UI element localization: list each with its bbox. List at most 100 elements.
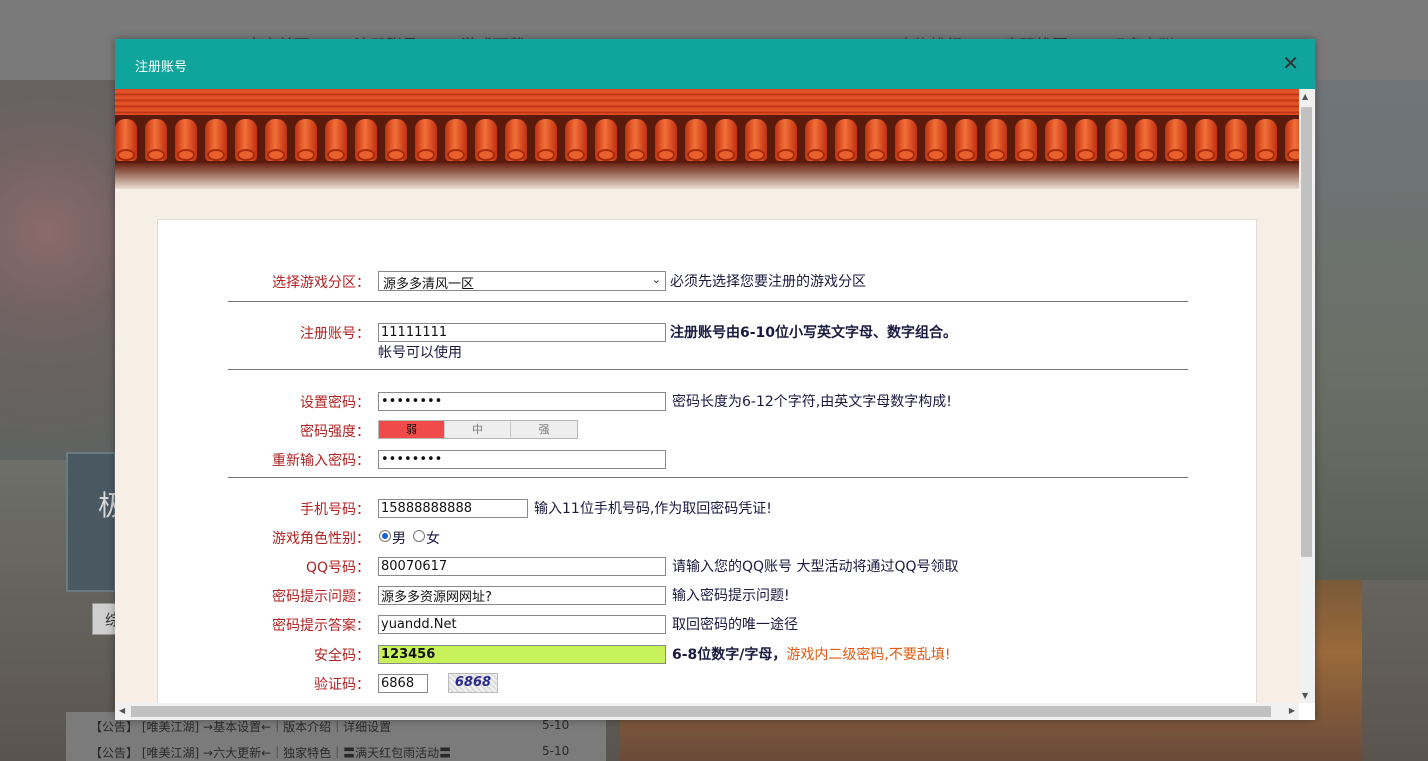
gender-male-radio[interactable] bbox=[379, 530, 391, 542]
roof-tile bbox=[775, 119, 797, 161]
captcha-image[interactable]: 6868 bbox=[448, 673, 498, 693]
scroll-left-icon[interactable]: ◀ bbox=[119, 706, 125, 715]
phone-input[interactable] bbox=[378, 499, 528, 518]
qq-hint: 请输入您的QQ账号 大型活动将通过QQ号领取 bbox=[672, 559, 959, 575]
scrollbar-thumb[interactable] bbox=[131, 706, 1271, 717]
roof-tile bbox=[235, 119, 257, 161]
gender-male-label: 男 bbox=[392, 531, 406, 547]
vertical-scrollbar[interactable]: ▲ ▼ bbox=[1299, 89, 1315, 703]
roof-tile bbox=[925, 119, 947, 161]
question-input[interactable] bbox=[378, 586, 666, 605]
strength-strong: 强 bbox=[511, 421, 577, 438]
roof-tile bbox=[295, 119, 317, 161]
password-input[interactable] bbox=[378, 392, 666, 411]
roof-tile bbox=[685, 119, 707, 161]
roof-tile bbox=[115, 119, 137, 161]
captcha-label: 验证码： bbox=[314, 677, 370, 693]
roof-banner bbox=[115, 89, 1299, 189]
register-form: 选择游戏分区： 源多多清风一区 ⌄ 必须先选择您要注册的游戏分区 注册账号： 注… bbox=[157, 219, 1257, 703]
scroll-right-icon[interactable]: ▶ bbox=[1289, 706, 1295, 715]
server-label: 选择游戏分区： bbox=[272, 275, 370, 291]
confirm-password-input[interactable] bbox=[378, 450, 666, 469]
server-hint: 必须先选择您要注册的游戏分区 bbox=[670, 274, 866, 290]
server-select[interactable]: 源多多清风一区 ⌄ bbox=[378, 271, 666, 292]
horizontal-scrollbar[interactable]: ◀ ▶ bbox=[115, 703, 1299, 720]
strength-weak: 弱 bbox=[379, 421, 445, 438]
news-item[interactable]: 【公告】 [唯美江湖] →六大更新←｜独家特色｜〓满天红包雨活动〓 bbox=[90, 744, 451, 761]
safety-code-input[interactable] bbox=[378, 645, 666, 664]
account-label: 注册账号： bbox=[300, 326, 370, 342]
register-modal: 注册账号 ✕ 选择游戏分区： 源多多清风一区 ⌄ 必须先选择您要注册的游戏分区 … bbox=[115, 39, 1315, 720]
account-input[interactable] bbox=[378, 323, 666, 342]
roof-tile bbox=[415, 119, 437, 161]
roof-tile bbox=[655, 119, 677, 161]
confirm-label: 重新输入密码： bbox=[272, 453, 370, 469]
password-label: 设置密码： bbox=[300, 395, 370, 411]
roof-tile bbox=[625, 119, 647, 161]
roof-tile bbox=[835, 119, 857, 161]
roof-tile bbox=[715, 119, 737, 161]
scrollbar-thumb[interactable] bbox=[1301, 107, 1312, 557]
roof-tile bbox=[865, 119, 887, 161]
qq-label: QQ号码： bbox=[305, 560, 370, 576]
roof-tile bbox=[1105, 119, 1127, 161]
account-status: 帐号可以使用 bbox=[378, 345, 462, 361]
news-item[interactable]: 【公告】 [唯美江湖] →基本设置←｜版本介绍｜详细设置 bbox=[90, 718, 391, 735]
roof-tile bbox=[895, 119, 917, 161]
roof-tile bbox=[1255, 119, 1277, 161]
roof-tile bbox=[505, 119, 527, 161]
background-art-right bbox=[1316, 80, 1428, 580]
roof-tile bbox=[535, 119, 557, 161]
roof-tile bbox=[805, 119, 827, 161]
safety-hint: 6-8位数字/字母，游戏内二级密码,不要乱填! bbox=[672, 647, 951, 663]
roof-tile bbox=[565, 119, 587, 161]
safety-label: 安全码： bbox=[314, 648, 370, 664]
scroll-down-icon[interactable]: ▼ bbox=[1302, 691, 1308, 700]
roof-tile bbox=[145, 119, 167, 161]
roof-tile bbox=[1165, 119, 1187, 161]
roof-tile bbox=[955, 119, 977, 161]
answer-input[interactable] bbox=[378, 615, 666, 634]
qq-input[interactable] bbox=[378, 557, 666, 576]
roof-tile bbox=[745, 119, 767, 161]
roof-tile bbox=[985, 119, 1007, 161]
modal-title: 注册账号 bbox=[135, 60, 188, 75]
roof-tile bbox=[1015, 119, 1037, 161]
roof-tile bbox=[355, 119, 377, 161]
roof-tile bbox=[265, 119, 287, 161]
roof-tile bbox=[1075, 119, 1097, 161]
password-hint: 密码长度为6-12个字符,由英文字母数字构成! bbox=[672, 394, 952, 410]
close-icon[interactable]: ✕ bbox=[1282, 51, 1299, 75]
gender-label: 游戏角色性别： bbox=[272, 531, 370, 547]
roof-tile bbox=[1195, 119, 1217, 161]
strength-medium: 中 bbox=[445, 421, 511, 438]
captcha-input[interactable] bbox=[378, 674, 428, 693]
news-date: 5-10 bbox=[542, 718, 570, 732]
account-hint: 注册账号由6-10位小写英文字母、数字组合。 bbox=[670, 325, 958, 341]
question-label: 密码提示问题： bbox=[272, 589, 370, 605]
divider bbox=[228, 301, 1188, 302]
roof-tile bbox=[595, 119, 617, 161]
modal-body: 选择游戏分区： 源多多清风一区 ⌄ 必须先选择您要注册的游戏分区 注册账号： 注… bbox=[115, 89, 1299, 703]
roof-tile bbox=[205, 119, 227, 161]
roof-tiles bbox=[115, 115, 1299, 163]
news-date: 5-10 bbox=[542, 744, 570, 758]
chevron-down-icon: ⌄ bbox=[651, 273, 661, 286]
roof-tile bbox=[1135, 119, 1157, 161]
roof-tile bbox=[1045, 119, 1067, 161]
roof-tile bbox=[475, 119, 497, 161]
modal-header: 注册账号 ✕ bbox=[115, 39, 1315, 89]
background-panel: 极 bbox=[66, 452, 126, 592]
divider bbox=[228, 369, 1188, 370]
scroll-up-icon[interactable]: ▲ bbox=[1302, 92, 1308, 101]
gender-female-label: 女 bbox=[426, 531, 440, 547]
background-art-left bbox=[0, 80, 116, 460]
gender-female-radio[interactable] bbox=[413, 530, 425, 542]
phone-label: 手机号码： bbox=[300, 502, 370, 518]
phone-hint: 输入11位手机号码,作为取回密码凭证! bbox=[534, 501, 772, 517]
roof-tile bbox=[1285, 119, 1299, 161]
roof-tile bbox=[325, 119, 347, 161]
answer-label: 密码提示答案： bbox=[272, 618, 370, 634]
answer-hint: 取回密码的唯一途径 bbox=[672, 617, 798, 633]
password-strength-meter: 弱 中 强 bbox=[378, 420, 578, 439]
